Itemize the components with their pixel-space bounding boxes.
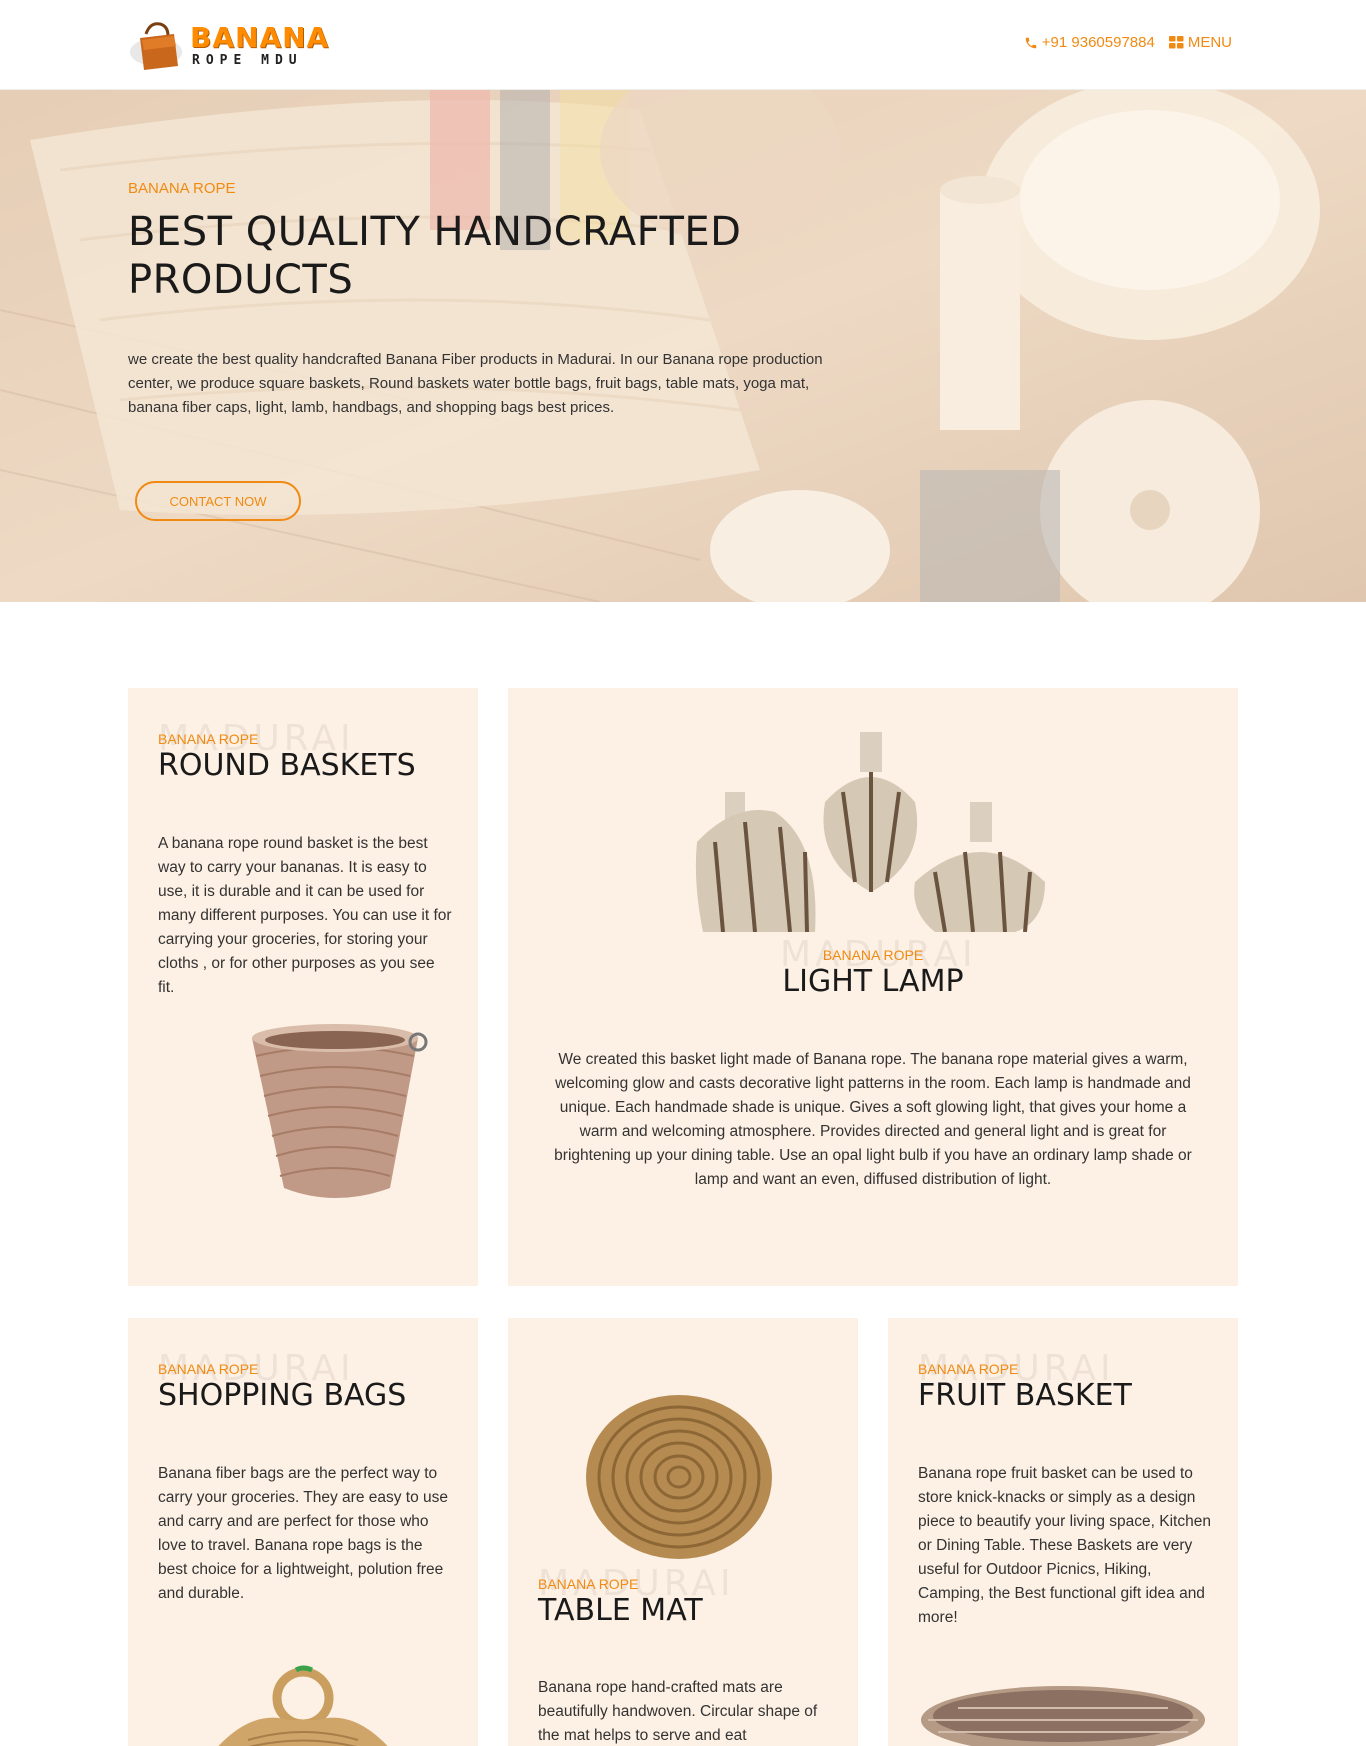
card-description: Banana rope hand-crafted mats are beauti… (538, 1679, 818, 1744)
phone-link[interactable]: +91 9360597884 (1024, 34, 1155, 51)
site-header: BANANA ROPE MDU +91 9360597884 MENU (0, 0, 1366, 90)
card-eyebrow: BANANA ROPE (158, 731, 259, 747)
card-description: Banana rope fruit basket can be used to … (918, 1465, 1211, 1626)
card-title: ROUND BASKETS (158, 748, 416, 783)
card-title: TABLE MAT (538, 1593, 703, 1628)
card-title: LIGHT LAMP (782, 964, 964, 999)
card-fruit-basket: MADURAI BANANA ROPE FRUIT BASKET Banana … (888, 1318, 1238, 1746)
card-table-mat: MADURAI BANANA ROPE TABLE MAT Banana rop… (508, 1318, 858, 1746)
hero-eyebrow: BANANA ROPE (128, 180, 236, 197)
phone-number: +91 9360597884 (1041, 34, 1155, 51)
hero-title: BEST QUALITY HANDCRAFTED PRODUCTS (128, 209, 742, 303)
card-eyebrow: BANANA ROPE (918, 1361, 1019, 1377)
card-description: A banana rope round basket is the best w… (158, 835, 452, 996)
menu-label: MENU (1187, 34, 1232, 51)
card-title: SHOPPING BAGS (158, 1378, 407, 1413)
light-lamp-image (695, 732, 1045, 932)
card-eyebrow: BANANA ROPE (158, 1361, 259, 1377)
shopping-bag-image (218, 1665, 388, 1746)
card-title: FRUIT BASKET (918, 1378, 1132, 1413)
round-basket-image (252, 1024, 428, 1198)
hero-overlay (0, 90, 1366, 602)
bag-logo-icon (130, 22, 182, 70)
hero-section: BANANA ROPE BEST QUALITY HANDCRAFTED PRO… (0, 90, 1366, 602)
phone-icon (1025, 37, 1037, 48)
card-description: Banana fiber bags are the perfect way to… (158, 1465, 449, 1602)
header-actions: +91 9360597884 MENU (1024, 34, 1232, 51)
card-description: We created this basket light made of Ban… (554, 1051, 1192, 1188)
site-logo[interactable]: BANANA ROPE MDU (128, 14, 328, 74)
grid-menu-icon (1168, 36, 1184, 49)
hero-description: we create the best quality handcrafted B… (128, 351, 823, 416)
logo-text-banana: BANANA (190, 21, 330, 54)
card-eyebrow: BANANA ROPE (822, 947, 924, 963)
table-mat-image (586, 1395, 772, 1559)
card-eyebrow: BANANA ROPE (538, 1576, 639, 1592)
card-shopping-bags: MADURAI BANANA ROPE SHOPPING BAGS Banana… (128, 1318, 478, 1746)
logo-text-rope-mdu: ROPE MDU (192, 53, 303, 68)
card-round-baskets: MADURAI BANANA ROPE ROUND BASKETS A bana… (128, 688, 478, 1286)
menu-button[interactable]: MENU (1168, 34, 1232, 51)
card-light-lamp: MADURAI BANANA ROPE LIGHT LAMP We create… (508, 688, 1238, 1286)
contact-now-button[interactable]: CONTACT NOW (135, 481, 301, 521)
fruit-basket-image (921, 1686, 1205, 1746)
